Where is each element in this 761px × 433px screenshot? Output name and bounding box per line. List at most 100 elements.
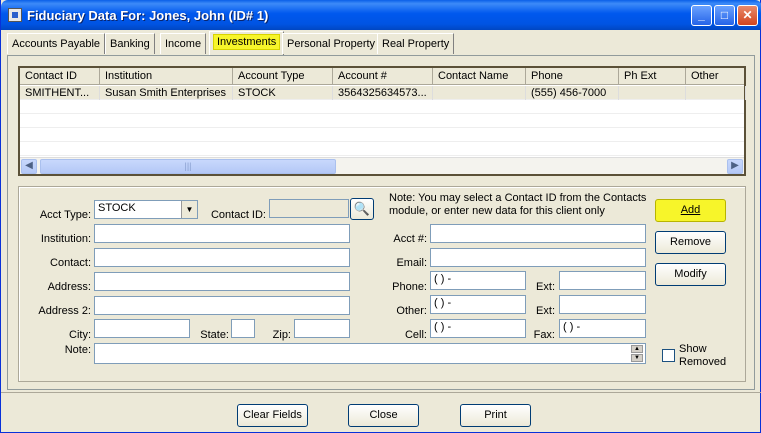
app-icon (8, 8, 22, 22)
contact-id-field[interactable] (269, 199, 349, 218)
column-header[interactable]: Phone (526, 68, 619, 85)
tab-label: Personal Property (287, 38, 376, 50)
phone-label: Phone: (392, 281, 427, 293)
clear-fields-label: Clear Fields (243, 409, 302, 421)
tab-investments[interactable]: Investments (209, 31, 285, 55)
institution-field[interactable] (94, 224, 350, 243)
remove-button-label: Remove (670, 236, 711, 248)
horizontal-scrollbar[interactable]: ◀ ||| ▶ (20, 157, 744, 174)
address2-label: Address 2: (38, 305, 91, 317)
table-row[interactable] (20, 142, 744, 156)
tab-personal-property[interactable]: Personal Property (282, 33, 381, 54)
other-ext-field[interactable] (559, 295, 646, 314)
acct-type-select[interactable]: STOCK ▼ (94, 200, 198, 219)
column-header[interactable]: Ph Ext (619, 68, 686, 85)
email-field[interactable] (430, 248, 646, 267)
address2-field[interactable] (94, 296, 350, 315)
other-phone-field[interactable]: ( ) - (430, 295, 526, 314)
acct-type-value: STOCK (98, 202, 136, 214)
address-label: Address: (47, 281, 91, 293)
contact-note: Note: You may select a Contact ID from t… (389, 192, 647, 217)
scroll-right-icon[interactable]: ▶ (727, 159, 743, 174)
add-button[interactable]: Add (655, 199, 726, 222)
note-field[interactable]: ▲ ▼ (94, 343, 646, 364)
add-button-label: Add (680, 204, 701, 216)
acct-no-field[interactable] (430, 224, 646, 243)
phone-field[interactable]: ( ) - (430, 271, 526, 290)
state-label: State: (200, 329, 229, 341)
column-header[interactable]: Contact ID (20, 68, 100, 85)
close-button[interactable]: Close (348, 404, 419, 427)
window-title: Fiduciary Data For: Jones, John (ID# 1) (27, 8, 269, 23)
minimize-button[interactable]: _ (691, 5, 712, 26)
show-removed-label: Show Removed (679, 343, 727, 368)
cell-contact-name (433, 86, 526, 100)
institution-label: Institution: (40, 233, 91, 245)
tab-income[interactable]: Income (160, 33, 207, 54)
city-label: City: (69, 329, 91, 341)
scroll-left-icon[interactable]: ◀ (21, 159, 37, 174)
city-field[interactable] (94, 319, 190, 338)
show-removed-checkbox[interactable] (662, 349, 675, 362)
phone-ext-field[interactable] (559, 271, 646, 290)
tab-label: Income (165, 38, 202, 50)
binoculars-icon[interactable]: 🔍 (350, 198, 374, 220)
tab-label: Banking (110, 38, 150, 50)
table-row[interactable]: SMITHENT... Susan Smith Enterprises STOC… (20, 86, 746, 100)
phone-ext-label: Ext: (536, 281, 555, 293)
print-button-label: Print (484, 409, 507, 421)
footer-divider (1, 392, 761, 393)
table-row[interactable] (20, 114, 744, 128)
clear-fields-button[interactable]: Clear Fields (237, 404, 308, 427)
other-label: Other: (396, 305, 427, 317)
contact-field[interactable] (94, 248, 350, 267)
investments-grid[interactable]: Contact ID Institution Account Type Acco… (18, 66, 746, 176)
cell-ph-ext (619, 86, 686, 100)
tab-accounts-payable[interactable]: Accounts Payable (7, 33, 106, 54)
column-header[interactable]: Account Type (233, 68, 333, 85)
close-window-button[interactable]: ✕ (737, 5, 758, 26)
table-row[interactable] (20, 100, 744, 114)
cell-other (686, 86, 746, 100)
fax-label: Fax: (533, 329, 555, 341)
contact-id-label: Contact ID: (210, 209, 266, 221)
modify-button[interactable]: Modify (655, 263, 726, 286)
maximize-button[interactable]: □ (714, 5, 735, 26)
grid-header: Contact ID Institution Account Type Acco… (20, 68, 744, 85)
remove-button[interactable]: Remove (655, 231, 726, 254)
cell-field[interactable]: ( ) - (430, 319, 526, 338)
email-label: Email: (396, 257, 427, 269)
column-header[interactable]: Institution (100, 68, 233, 85)
tab-label: Accounts Payable (12, 38, 101, 50)
tab-real-property[interactable]: Real Property (377, 33, 455, 54)
chevron-down-icon[interactable]: ▼ (181, 201, 197, 218)
cell-institution: Susan Smith Enterprises (100, 86, 233, 100)
column-header[interactable]: Contact Name (433, 68, 526, 85)
investments-panel: Contact ID Institution Account Type Acco… (7, 55, 755, 390)
title-bar[interactable]: Fiduciary Data For: Jones, John (ID# 1) … (1, 0, 761, 30)
print-button[interactable]: Print (460, 404, 531, 427)
state-field[interactable] (231, 319, 255, 338)
cell-label: Cell: (404, 329, 427, 341)
modify-button-label: Modify (674, 268, 707, 280)
scroll-thumb[interactable]: ||| (40, 159, 336, 174)
note-label: Note: (64, 344, 91, 356)
other-ext-label: Ext: (536, 305, 555, 317)
table-row[interactable] (20, 128, 744, 142)
address-field[interactable] (94, 272, 350, 291)
acct-no-label: Acct #: (393, 233, 427, 245)
column-header[interactable]: Account # (333, 68, 433, 85)
zip-field[interactable] (294, 319, 350, 338)
cell-phone: (555) 456-7000 (526, 86, 619, 100)
zip-label: Zip: (272, 329, 291, 341)
spin-up-icon[interactable]: ▲ (631, 345, 643, 353)
fiduciary-window: Fiduciary Data For: Jones, John (ID# 1) … (0, 0, 761, 433)
column-header[interactable]: Other (686, 68, 746, 85)
cell-account-type: STOCK (233, 86, 333, 100)
tab-banking[interactable]: Banking (105, 33, 155, 54)
fax-field[interactable]: ( ) - (559, 319, 646, 338)
investment-form: Acct Type: STOCK ▼ Contact ID: 🔍 Note: Y… (18, 186, 746, 382)
cell-contact-id: SMITHENT... (20, 86, 100, 100)
spin-down-icon[interactable]: ▼ (631, 354, 643, 362)
acct-type-label: Acct Type: (39, 209, 91, 221)
